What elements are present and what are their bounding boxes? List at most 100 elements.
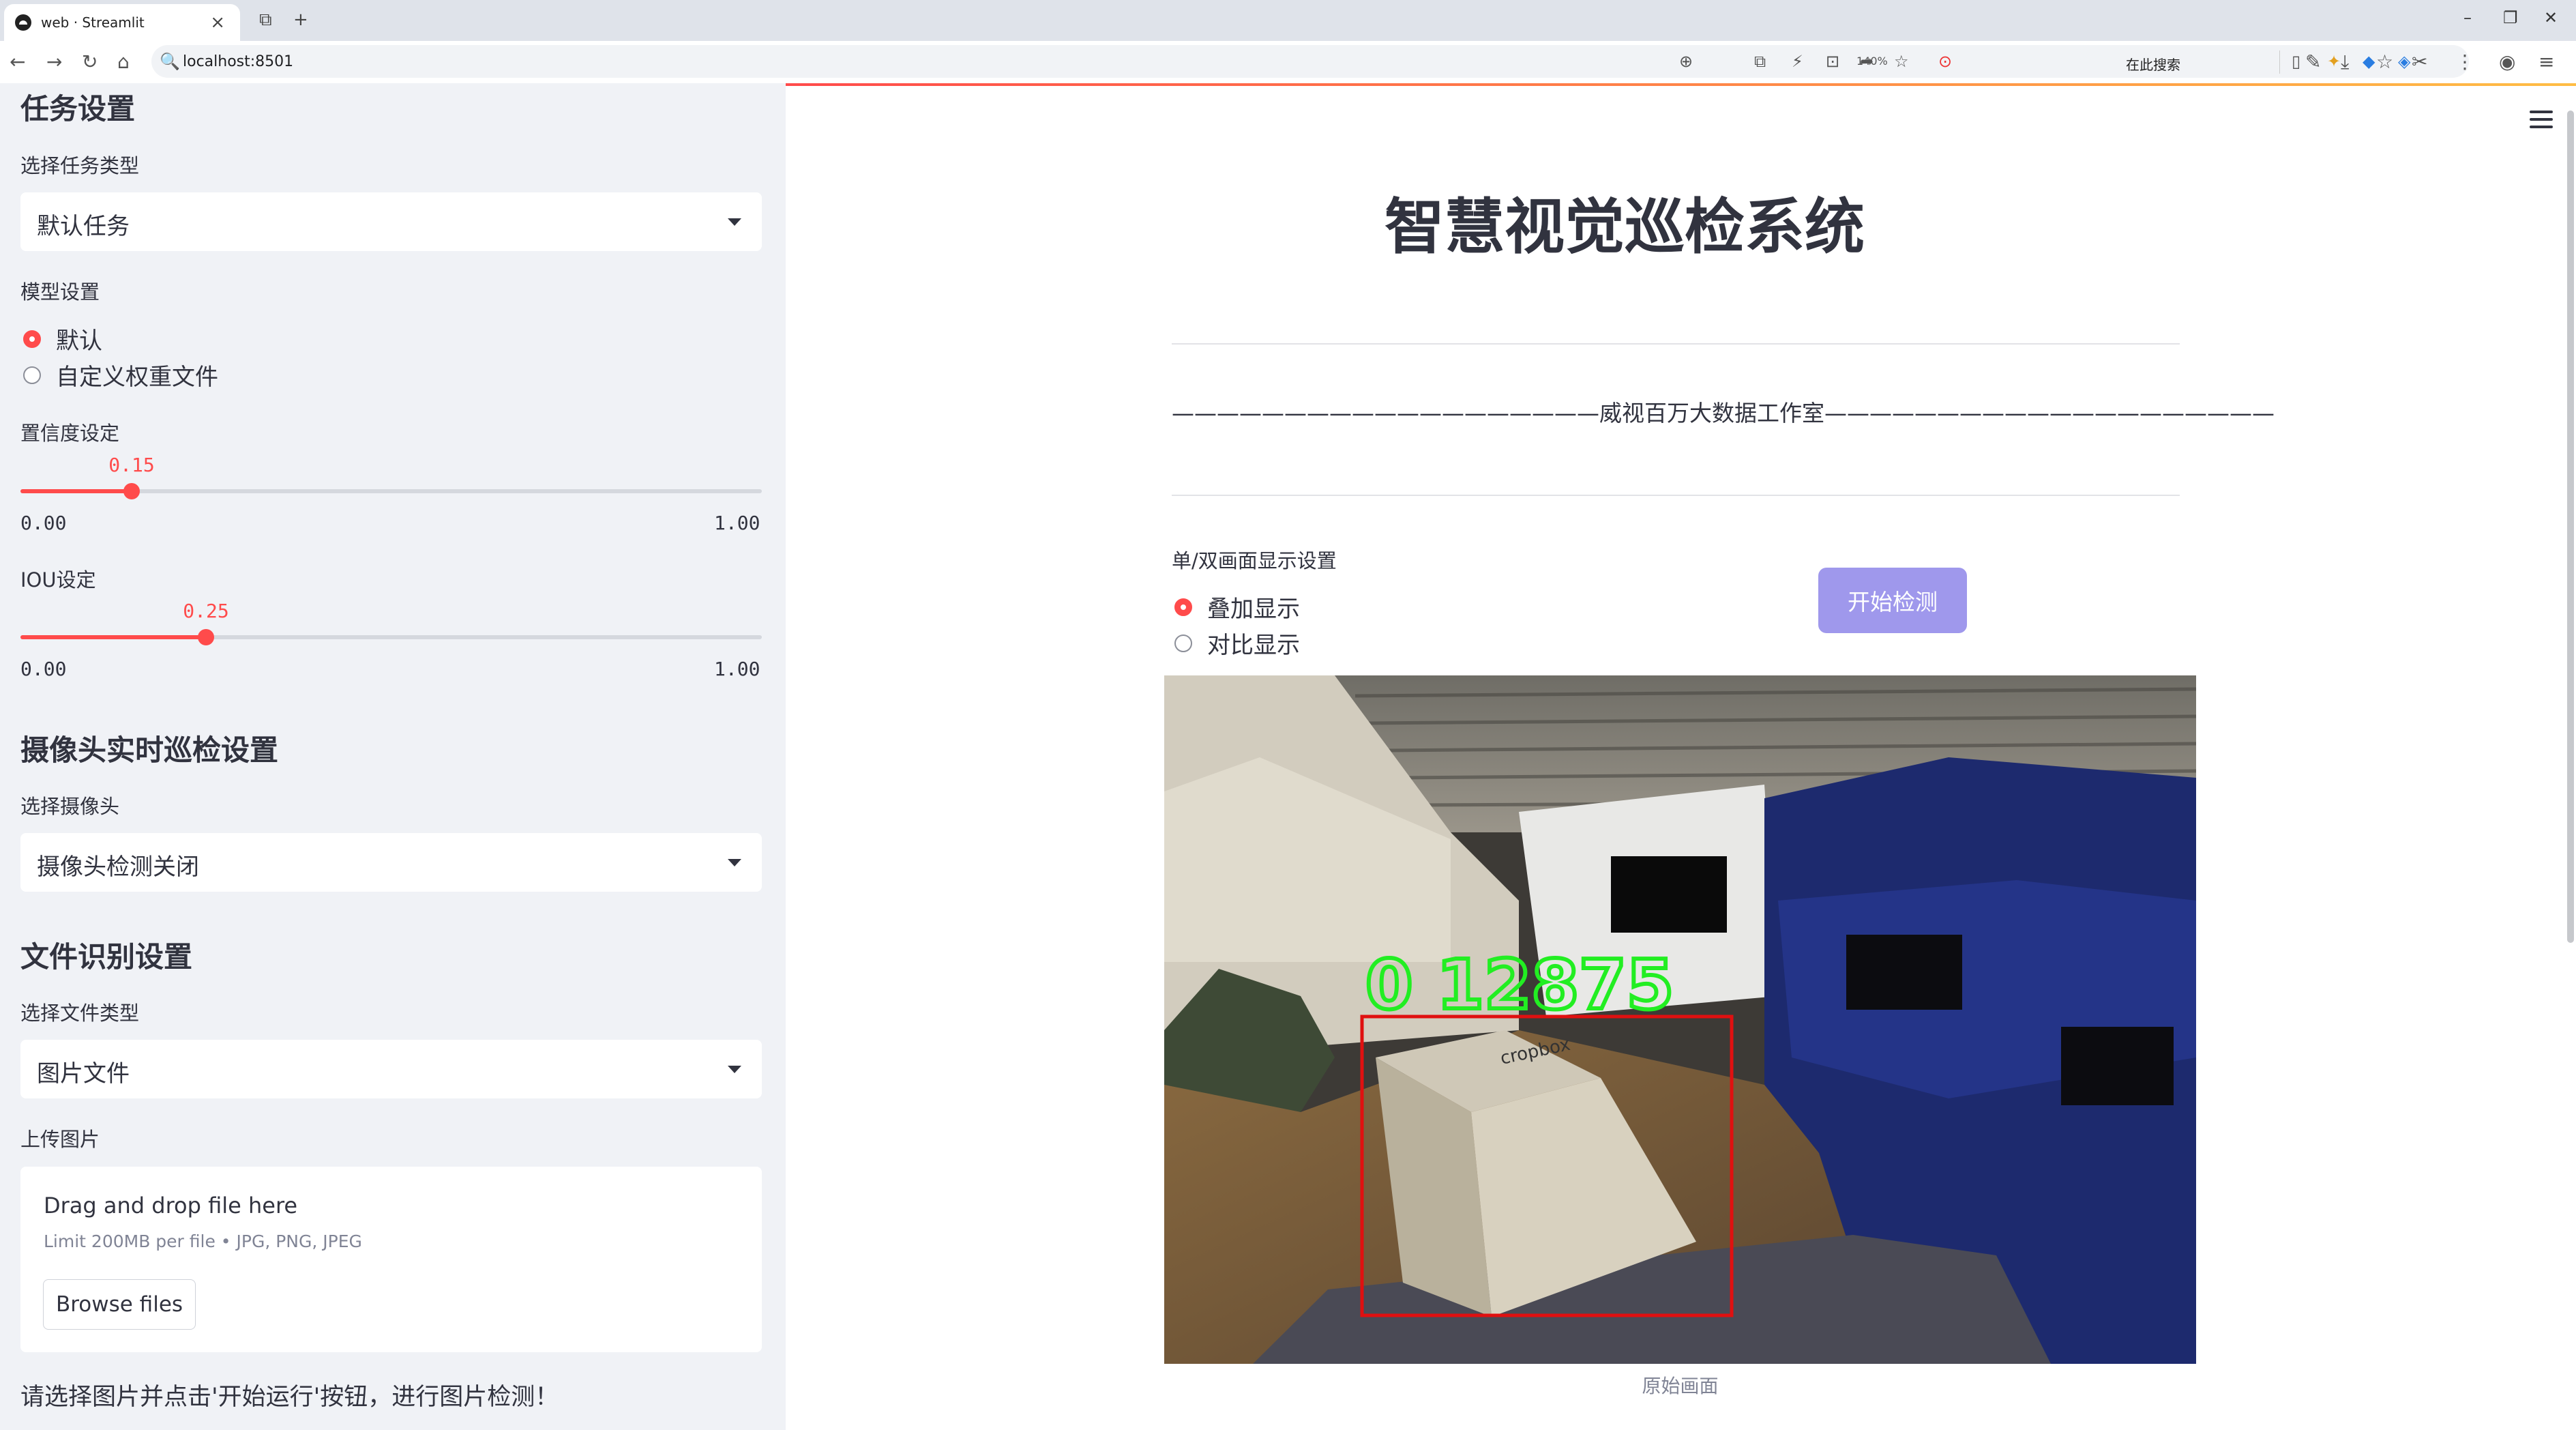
chevron-down-icon	[728, 859, 741, 866]
model-settings-label: 模型设置	[20, 280, 100, 304]
extension-icon[interactable]: ✦	[2327, 52, 2341, 71]
url-text: localhost:8501	[183, 53, 294, 70]
file-type-value: 图片文件	[37, 1060, 130, 1088]
iou-max: 1.00	[714, 658, 760, 680]
model-option-label: 自定义权重文件	[56, 364, 218, 391]
start-detection-button[interactable]: 开始检测	[1818, 568, 1967, 633]
slider-thumb[interactable]	[198, 629, 214, 645]
file-type-label: 选择文件类型	[20, 1002, 140, 1025]
display-option-compare[interactable]: 对比显示	[1174, 626, 1300, 660]
lightning-icon[interactable]: ⚡	[1792, 52, 1803, 71]
share-icon[interactable]: ➦	[1860, 52, 1874, 71]
radio-empty-icon	[23, 366, 41, 384]
model-option-default[interactable]: 默认	[23, 322, 102, 355]
radio-selected-icon	[1174, 598, 1192, 616]
camera-select-label: 选择摄像头	[20, 795, 120, 818]
display-option-label: 叠加显示	[1207, 596, 1300, 623]
browser-nav-bar: ← → ↻ ⌂ 🔍 localhost:8501 ⊕ 140% ⧉ ⚡ ⊡ ➦ …	[0, 41, 2576, 84]
cut-icon[interactable]: ✂	[2412, 50, 2427, 73]
file-dropzone[interactable]: Drag and drop file here Limit 200MB per …	[20, 1167, 762, 1352]
site-info-icon[interactable]: 🔍	[160, 52, 180, 71]
confidence-max: 1.00	[714, 512, 760, 534]
slider-thumb[interactable]	[123, 483, 140, 499]
slider-fill	[20, 489, 132, 493]
camera-select-value: 摄像头检测关闭	[37, 853, 199, 881]
search-box-text[interactable]: 在此搜索	[2126, 54, 2180, 74]
camera-settings-heading: 摄像头实时巡检设置	[20, 733, 279, 767]
confidence-label: 置信度设定	[20, 422, 120, 445]
mobile-icon[interactable]: ▯	[2292, 52, 2300, 71]
camera-select[interactable]: 摄像头检测关闭	[20, 833, 762, 892]
file-type-select[interactable]: 图片文件	[20, 1040, 762, 1098]
confidence-min: 0.00	[20, 512, 67, 534]
task-type-select[interactable]: 默认任务	[20, 192, 762, 251]
minimize-icon[interactable]: –	[2463, 8, 2472, 27]
favorites-icon[interactable]: ☆	[2376, 50, 2393, 73]
image-caption: 原始画面	[1642, 1375, 1719, 1397]
bookmark-star-icon[interactable]: ☆	[1894, 52, 1909, 71]
forward-icon[interactable]: →	[46, 50, 62, 73]
streamlit-favicon-icon	[15, 14, 31, 31]
iou-label: IOU设定	[20, 568, 96, 592]
toolbar-divider	[2279, 50, 2280, 74]
task-type-value: 默认任务	[37, 213, 130, 240]
tab-groups-icon[interactable]: ⧉	[259, 10, 272, 31]
divider-bottom	[1172, 495, 2180, 496]
new-tab-icon[interactable]: +	[293, 10, 308, 30]
dropzone-text: Drag and drop file here	[44, 1193, 298, 1219]
top-decoration	[786, 83, 2576, 86]
scrollbar[interactable]	[2567, 111, 2574, 943]
home-icon[interactable]: ⌂	[117, 50, 130, 73]
slider-value: 0.25	[183, 600, 229, 622]
main-content: 智慧视觉巡检系统 ———————————————————威视百万大数据工作室——…	[786, 83, 2576, 1430]
sidebar: 任务设置 选择任务类型 默认任务 模型设置 默认 自定义权重文件 置信度设定 0…	[0, 83, 786, 1430]
restore-icon[interactable]: ❐	[2503, 8, 2518, 27]
back-icon[interactable]: ←	[10, 50, 25, 73]
browser-menu-icon[interactable]: ≡	[2538, 50, 2554, 73]
upload-label: 上传图片	[20, 1128, 100, 1151]
detection-image: cropbox 0 12875	[1164, 675, 2196, 1364]
file-settings-heading: 文件识别设置	[20, 940, 193, 974]
avatar[interactable]: ◉	[2499, 50, 2515, 73]
detection-label: 0 12875	[1365, 945, 1674, 1025]
display-option-label: 对比显示	[1207, 632, 1300, 659]
confidence-slider[interactable]: 0.15	[20, 454, 762, 511]
iou-slider[interactable]: 0.25	[20, 600, 762, 657]
subtitle: ———————————————————威视百万大数据工作室———————————…	[1172, 400, 2275, 426]
draw-icon[interactable]: ✎	[2305, 50, 2321, 73]
address-bar[interactable]: 🔍 localhost:8501 ⊕ 140% ⧉ ⚡ ⊡ ➦ ☆ ⊙ 在此搜索…	[151, 45, 2469, 78]
chevron-down-icon	[728, 1066, 741, 1073]
translate-icon[interactable]: ⧉	[1754, 52, 1766, 71]
model-option-custom[interactable]: 自定义权重文件	[23, 358, 218, 392]
model-option-label: 默认	[56, 327, 102, 355]
browser-tab[interactable]: web · Streamlit ×	[4, 4, 240, 41]
slider-value: 0.15	[108, 454, 155, 476]
instruction-note: 请选择图片并点击'开始运行'按钮，进行图片检测！	[20, 1384, 559, 1411]
close-tab-icon[interactable]: ×	[210, 12, 225, 33]
dropzone-limit: Limit 200MB per file • JPG, PNG, JPEG	[44, 1231, 362, 1251]
chevron-down-icon	[728, 218, 741, 226]
screenshot-icon[interactable]: ⊡	[1826, 52, 1839, 71]
slider-fill	[20, 635, 206, 639]
divider-top	[1172, 343, 2180, 345]
more-menu-icon[interactable]: ⋮	[2455, 50, 2474, 73]
radio-empty-icon	[1174, 634, 1192, 652]
display-option-overlay[interactable]: 叠加显示	[1174, 590, 1300, 624]
iou-min: 0.00	[20, 658, 67, 680]
search-engine-icon[interactable]: ⊙	[1938, 52, 1952, 71]
tab-title: web · Streamlit	[41, 14, 145, 31]
extension-2-icon[interactable]: ◆	[2363, 52, 2375, 71]
browse-files-button[interactable]: Browse files	[43, 1279, 196, 1330]
radio-selected-icon	[23, 330, 41, 348]
hamburger-menu-icon[interactable]	[2530, 111, 2553, 128]
download-icon[interactable]: ⤓	[2341, 50, 2349, 74]
reload-icon[interactable]: ↻	[82, 50, 98, 73]
extension-3-icon[interactable]: ◈	[2398, 52, 2410, 71]
close-window-icon[interactable]: ✕	[2544, 8, 2558, 27]
task-settings-heading: 任务设置	[20, 92, 136, 126]
zoom-icon[interactable]: ⊕	[1679, 52, 1693, 71]
browser-tab-bar: web · Streamlit × ⧉ + – ❐ ✕	[0, 0, 2576, 41]
display-mode-label: 单/双画面显示设置	[1172, 549, 1337, 572]
task-type-label: 选择任务类型	[20, 154, 140, 177]
page-title: 智慧视觉巡检系统	[1384, 192, 1865, 262]
